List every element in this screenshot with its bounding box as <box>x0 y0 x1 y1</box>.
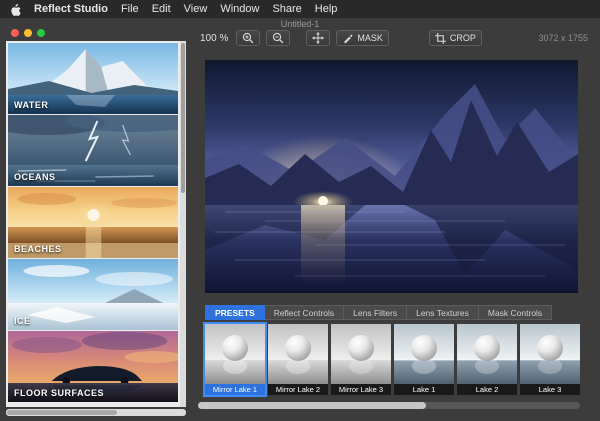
category-item-beaches[interactable]: BEACHES <box>8 187 178 258</box>
editor-area: 100 % MASK CROP 3072 x 1755 PRESETS Refl… <box>192 28 600 421</box>
preset-thumbnail-image <box>520 324 580 384</box>
ice-thumbnail-image <box>8 259 178 330</box>
preset-item-mirror-lake-3[interactable]: Mirror Lake 3 <box>331 324 391 395</box>
preset-label: Mirror Lake 1 <box>205 384 265 395</box>
category-item-water[interactable]: WATER <box>8 43 178 114</box>
crop-button-label: CROP <box>449 33 476 43</box>
move-arrows-icon <box>312 32 325 44</box>
minimize-window-button[interactable] <box>24 29 32 37</box>
tab-lens-textures[interactable]: Lens Textures <box>407 305 479 320</box>
menu-item-view[interactable]: View <box>184 3 208 15</box>
crop-button[interactable]: CROP <box>428 30 482 46</box>
menu-item-window[interactable]: Window <box>220 3 259 15</box>
preset-horizontal-scrollbar[interactable] <box>198 402 580 409</box>
menu-item-file[interactable]: File <box>121 3 139 15</box>
zoom-in-button[interactable] <box>236 30 261 46</box>
menu-item-edit[interactable]: Edit <box>152 3 171 15</box>
control-tabs: PRESETS Reflect Controls Lens Filters Le… <box>205 305 553 320</box>
close-window-button[interactable] <box>11 29 19 37</box>
preset-thumbnail-image <box>394 324 454 384</box>
tab-mask-controls[interactable]: Mask Controls <box>478 305 553 320</box>
category-label: OCEANS <box>14 172 56 182</box>
canvas-image <box>205 60 578 293</box>
preset-label: Mirror Lake 2 <box>268 384 328 395</box>
category-item-ice[interactable]: ICE <box>8 259 178 330</box>
app-menu-title[interactable]: Reflect Studio <box>34 3 108 15</box>
preset-label: Lake 3 <box>520 384 580 395</box>
preset-thumbnail-image <box>268 324 328 384</box>
menu-item-help[interactable]: Help <box>315 3 338 15</box>
mask-button[interactable]: MASK <box>336 30 389 46</box>
preset-thumbnail-image <box>457 324 517 384</box>
sidebar-scrollbar-thumb[interactable] <box>181 43 185 193</box>
zoom-in-icon <box>243 32 254 44</box>
image-canvas[interactable] <box>205 60 578 293</box>
preset-thumbnail-image <box>331 324 391 384</box>
zoom-window-button[interactable] <box>37 29 45 37</box>
mask-button-label: MASK <box>357 33 383 43</box>
preset-label: Lake 2 <box>457 384 517 395</box>
sidebar-scrollbar[interactable] <box>180 41 186 407</box>
category-label: WATER <box>14 100 49 110</box>
preset-item-mirror-lake-1[interactable]: Mirror Lake 1 <box>205 324 265 395</box>
image-dimensions-label: 3072 x 1755 <box>538 33 588 43</box>
pen-icon <box>344 33 353 43</box>
editor-toolbar: 100 % MASK CROP 3072 x 1755 <box>192 28 600 48</box>
pan-tool-button[interactable] <box>306 30 331 46</box>
preset-label: Lake 1 <box>394 384 454 395</box>
zoom-out-icon <box>273 32 284 44</box>
preset-strip: Mirror Lake 1 Mirror Lake 2 Mirror Lake … <box>205 324 580 395</box>
category-item-floor-surfaces[interactable]: FLOOR SURFACES <box>8 331 178 402</box>
category-label: ICE <box>14 316 31 326</box>
crop-icon <box>434 32 446 44</box>
preset-item-mirror-lake-2[interactable]: Mirror Lake 2 <box>268 324 328 395</box>
zoom-out-button[interactable] <box>266 30 291 46</box>
category-label: FLOOR SURFACES <box>14 388 105 398</box>
apple-menu-icon[interactable] <box>10 3 21 16</box>
category-item-oceans[interactable]: OCEANS <box>8 115 178 186</box>
window-controls <box>11 29 45 37</box>
tab-presets[interactable]: PRESETS <box>205 305 265 320</box>
category-label: BEACHES <box>14 244 62 254</box>
menu-bar: Reflect Studio File Edit View Window Sha… <box>0 0 600 18</box>
tab-lens-filters[interactable]: Lens Filters <box>344 305 408 320</box>
preset-horizontal-scrollbar-thumb[interactable] <box>198 402 426 409</box>
preset-label: Mirror Lake 3 <box>331 384 391 395</box>
preset-item-lake-2[interactable]: Lake 2 <box>457 324 517 395</box>
preset-item-lake-1[interactable]: Lake 1 <box>394 324 454 395</box>
sidebar-horizontal-scrollbar-thumb[interactable] <box>7 410 117 415</box>
sidebar-horizontal-scrollbar[interactable] <box>6 409 186 416</box>
menu-item-share[interactable]: Share <box>272 3 301 15</box>
tab-reflect-controls[interactable]: Reflect Controls <box>264 305 345 320</box>
category-sidebar: WATER OCEANS BEACHES ICE FLOOR SURFACES <box>6 41 186 407</box>
preset-thumbnail-image <box>205 324 265 384</box>
app-window: Reflect Studio File Edit View Window Sha… <box>0 0 600 421</box>
preset-item-lake-3[interactable]: Lake 3 <box>520 324 580 395</box>
zoom-level-label: 100 % <box>200 32 229 44</box>
